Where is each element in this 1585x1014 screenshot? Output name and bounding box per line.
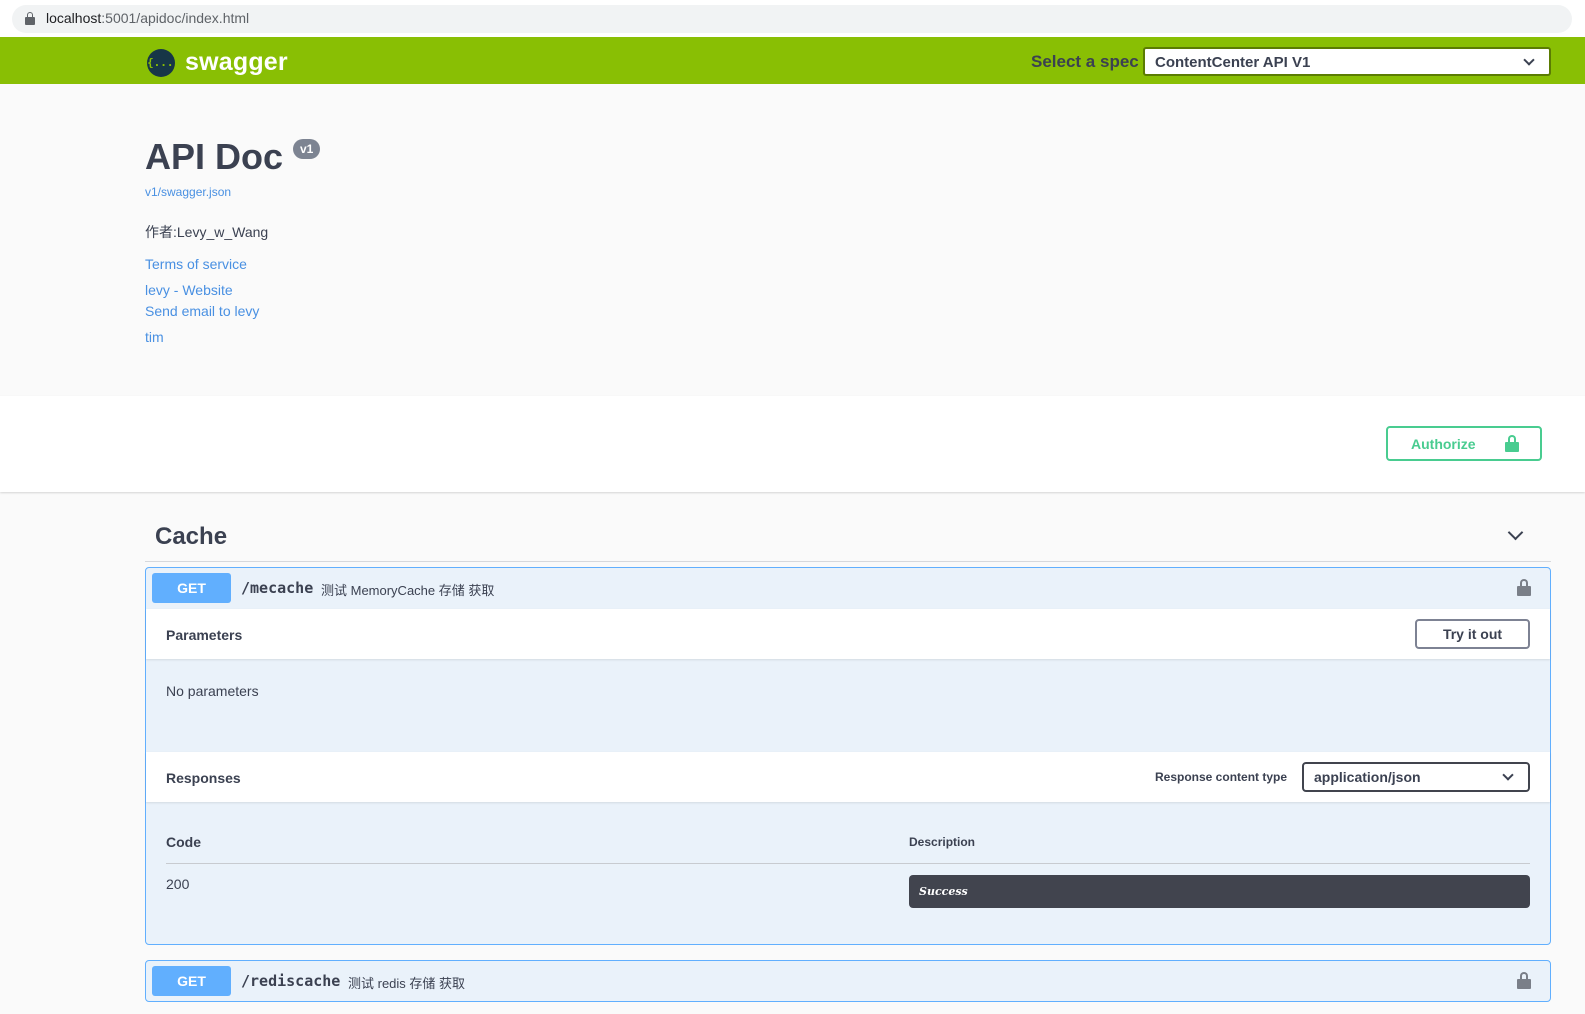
lock-icon[interactable] bbox=[1517, 972, 1531, 989]
scheme-container: Authorize bbox=[0, 396, 1585, 492]
chevron-down-icon[interactable] bbox=[1507, 524, 1524, 541]
response-description: Success bbox=[919, 885, 968, 898]
tag-section-header[interactable]: Cache bbox=[145, 514, 1551, 562]
method-badge: GET bbox=[152, 966, 231, 996]
table-header-description: Description bbox=[909, 835, 976, 849]
unlocked-lock-icon bbox=[1505, 435, 1519, 452]
operation-summary[interactable]: GET /rediscache 测试 redis 存储 获取 bbox=[146, 961, 1550, 1001]
operation-summary[interactable]: GET /mecache 测试 MemoryCache 存储 获取 bbox=[146, 568, 1550, 608]
response-description-box: Success bbox=[909, 875, 1530, 908]
page-title: API Doc bbox=[145, 136, 284, 177]
browser-address-bar: localhost:5001/apidoc/index.html bbox=[0, 0, 1585, 37]
try-it-out-button[interactable]: Try it out bbox=[1415, 619, 1530, 649]
version-badge: v1 bbox=[293, 139, 321, 159]
spec-url-link[interactable]: v1/swagger.json bbox=[145, 185, 231, 199]
authorize-label: Authorize bbox=[1411, 436, 1476, 452]
spec-select[interactable]: ContentCenter API V1 bbox=[1143, 47, 1551, 76]
operation-block-mecache: GET /mecache 测试 MemoryCache 存储 获取 Parame… bbox=[145, 567, 1551, 945]
parameters-header: Parameters Try it out bbox=[146, 609, 1550, 659]
authorize-button[interactable]: Authorize bbox=[1386, 426, 1542, 461]
swagger-logo-text[interactable]: swagger bbox=[185, 48, 288, 77]
website-link[interactable]: levy - Website bbox=[145, 282, 233, 298]
method-badge: GET bbox=[152, 573, 231, 603]
swagger-topbar: {...} swagger Select a spec ContentCente… bbox=[0, 37, 1585, 84]
responses-header: Responses Response content type applicat… bbox=[146, 752, 1550, 802]
operation-description: 测试 redis 存储 获取 bbox=[348, 976, 466, 991]
response-code: 200 bbox=[166, 876, 190, 892]
no-parameters-text: No parameters bbox=[166, 683, 259, 699]
lock-icon[interactable] bbox=[1517, 579, 1531, 596]
license-link[interactable]: tim bbox=[145, 329, 164, 345]
response-content-type-value: application/json bbox=[1314, 769, 1421, 785]
chevron-down-icon bbox=[1502, 769, 1514, 781]
operation-path: /mecache bbox=[241, 579, 314, 597]
parameters-title: Parameters bbox=[166, 627, 243, 643]
terms-of-service-link[interactable]: Terms of service bbox=[145, 256, 247, 272]
api-description: 作者:Levy_w_Wang bbox=[145, 224, 269, 240]
swagger-logo-icon[interactable]: {...} bbox=[147, 49, 180, 77]
responses-title: Responses bbox=[166, 770, 241, 786]
response-content-type-label: Response content type bbox=[1155, 770, 1288, 784]
table-divider bbox=[166, 863, 1530, 864]
lock-icon bbox=[25, 12, 35, 25]
tag-name: Cache bbox=[155, 523, 228, 550]
email-link[interactable]: Send email to levy bbox=[145, 303, 259, 319]
spec-select-value: ContentCenter API V1 bbox=[1155, 54, 1311, 71]
api-info: API Doc v1 v1/swagger.json 作者:Levy_w_Wan… bbox=[0, 84, 1585, 396]
spec-select-label: Select a spec bbox=[1031, 52, 1139, 71]
url-text[interactable]: localhost:5001/apidoc/index.html bbox=[46, 10, 249, 26]
chevron-down-icon bbox=[1523, 54, 1535, 66]
operation-block-rediscache: GET /rediscache 测试 redis 存储 获取 bbox=[145, 960, 1551, 1002]
response-content-type-select[interactable]: application/json bbox=[1302, 762, 1530, 792]
operation-description: 测试 MemoryCache 存储 获取 bbox=[321, 583, 495, 598]
table-header-code: Code bbox=[166, 834, 201, 850]
operation-path: /rediscache bbox=[241, 972, 341, 990]
